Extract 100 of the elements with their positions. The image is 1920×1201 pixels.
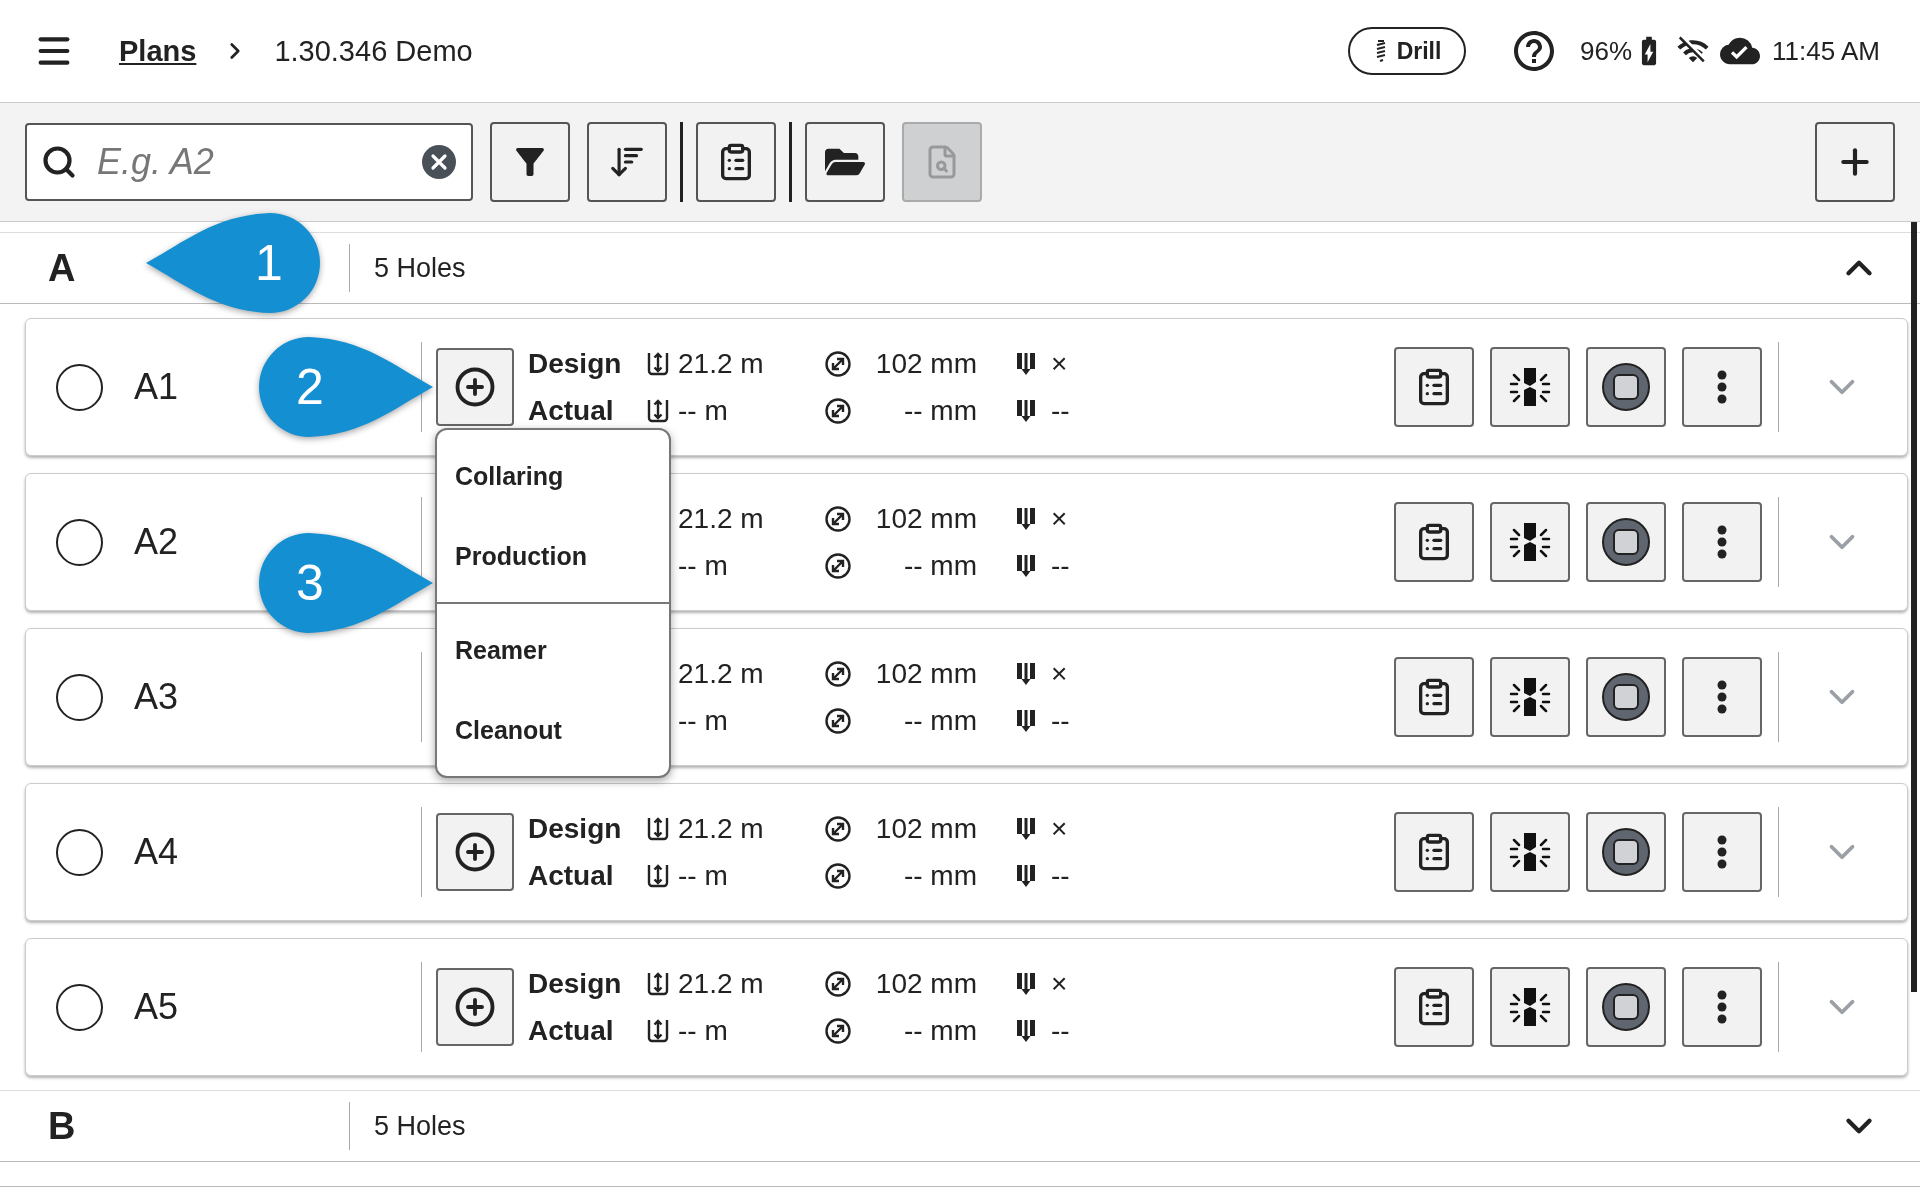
bit-value: -- [1051, 704, 1071, 737]
add-step-button[interactable] [436, 968, 514, 1046]
row-label: Actual [528, 394, 615, 427]
depth-value: 21.2 m [678, 657, 765, 690]
hole-count: 5 Holes [374, 1110, 466, 1142]
more-icon [1717, 990, 1727, 1024]
diameter-icon [824, 861, 852, 890]
diameter-value: -- mm [902, 549, 977, 582]
diameter-icon [824, 659, 852, 688]
diameter-icon [824, 396, 852, 425]
row-label: Design [528, 812, 623, 845]
more-button[interactable] [1682, 657, 1762, 737]
radio-button[interactable] [56, 828, 103, 876]
hole-id: A5 [134, 986, 179, 1028]
bit-value: × [1051, 967, 1069, 1000]
more-button[interactable] [1682, 812, 1762, 892]
clear-icon[interactable] [421, 144, 457, 180]
depth-value: 21.2 m [678, 502, 765, 535]
group-name: A [48, 246, 76, 290]
menu-item[interactable]: Production [437, 516, 669, 596]
radio-button[interactable] [56, 673, 103, 721]
add-step-button[interactable] [436, 813, 514, 891]
diameter-value: 102 mm [874, 967, 977, 1000]
more-button[interactable] [1682, 347, 1762, 427]
broken-hole-button[interactable] [1490, 502, 1570, 582]
depth-value: -- m [678, 704, 729, 737]
bit-value: -- [1051, 859, 1071, 892]
stop-button[interactable] [1586, 812, 1666, 892]
bit-value: × [1051, 502, 1069, 535]
broken-hole-button[interactable] [1490, 657, 1570, 737]
search-icon [41, 144, 77, 180]
notes-button[interactable] [1394, 347, 1474, 427]
diameter-icon [824, 349, 852, 378]
diameter-value: 102 mm [874, 502, 977, 535]
breadcrumb-link[interactable]: Plans [119, 34, 197, 68]
more-button[interactable] [1682, 967, 1762, 1047]
drill-bit-icon [1016, 505, 1036, 532]
more-icon [1717, 525, 1727, 559]
hole-id: A3 [134, 676, 179, 718]
add-button[interactable] [1815, 122, 1895, 202]
notes-button[interactable] [1394, 967, 1474, 1047]
radio-button[interactable] [56, 983, 103, 1031]
diameter-icon [824, 814, 852, 843]
more-icon [1717, 680, 1727, 714]
drill-bit-icon [1016, 970, 1036, 997]
drill-bit-icon [1016, 1017, 1036, 1044]
notes-button[interactable] [1394, 812, 1474, 892]
breadcrumb-current: 1.30.346 Demo [274, 34, 473, 68]
more-button[interactable] [1682, 502, 1762, 582]
row-label: Actual [528, 1014, 615, 1047]
row-label: Actual [528, 859, 615, 892]
hole-count: 5 Holes [374, 252, 466, 284]
depth-value: 21.2 m [678, 812, 765, 845]
drill-bit-icon [1016, 862, 1036, 889]
stop-button[interactable] [1586, 657, 1666, 737]
depth-value: 21.2 m [678, 347, 765, 380]
bit-value: -- [1051, 394, 1071, 427]
broken-hole-button[interactable] [1490, 347, 1570, 427]
stop-icon [1601, 672, 1651, 722]
depth-value: -- m [678, 859, 729, 892]
broken-hole-button[interactable] [1490, 812, 1570, 892]
broken-hole-button[interactable] [1490, 967, 1570, 1047]
diameter-icon [824, 969, 852, 998]
drill-bit-icon [1016, 350, 1036, 377]
depth-value: -- m [678, 1014, 729, 1047]
stop-button[interactable] [1586, 967, 1666, 1047]
notes-button[interactable] [1394, 502, 1474, 582]
diameter-value: -- mm [902, 859, 977, 892]
more-icon [1717, 835, 1727, 869]
stop-button[interactable] [1586, 502, 1666, 582]
mode-button[interactable]: Drill [1348, 27, 1466, 75]
bit-value: -- [1051, 549, 1071, 582]
menu-item[interactable]: Cleanout [437, 690, 669, 770]
hole-id: A2 [134, 521, 179, 563]
drill-bit-icon [1016, 552, 1036, 579]
bit-value: -- [1051, 1014, 1071, 1047]
stop-icon [1601, 517, 1651, 567]
diameter-icon [824, 706, 852, 735]
menu-item[interactable]: Collaring [437, 436, 669, 516]
drill-bit-icon [1016, 707, 1036, 734]
diameter-icon [824, 551, 852, 580]
radio-button[interactable] [56, 363, 103, 411]
bit-value: × [1051, 657, 1069, 690]
filter-button[interactable] [490, 122, 570, 202]
scrollbar[interactable] [1911, 222, 1917, 992]
hole-id: A4 [134, 831, 179, 873]
depth-value: -- m [678, 394, 729, 427]
diameter-value: 102 mm [874, 657, 977, 690]
notes-button[interactable] [1394, 657, 1474, 737]
diameter-value: 102 mm [874, 812, 977, 845]
search-field[interactable]: E.g. A2 [25, 123, 473, 201]
menu-item[interactable]: Reamer [437, 610, 669, 690]
open-folder-button[interactable] [805, 122, 885, 202]
notes-button[interactable] [696, 122, 776, 202]
more-icon [1717, 370, 1727, 404]
sort-button[interactable] [587, 122, 667, 202]
row-label: Design [528, 967, 623, 1000]
stop-button[interactable] [1586, 347, 1666, 427]
add-step-button[interactable] [436, 348, 514, 426]
radio-button[interactable] [56, 518, 103, 566]
